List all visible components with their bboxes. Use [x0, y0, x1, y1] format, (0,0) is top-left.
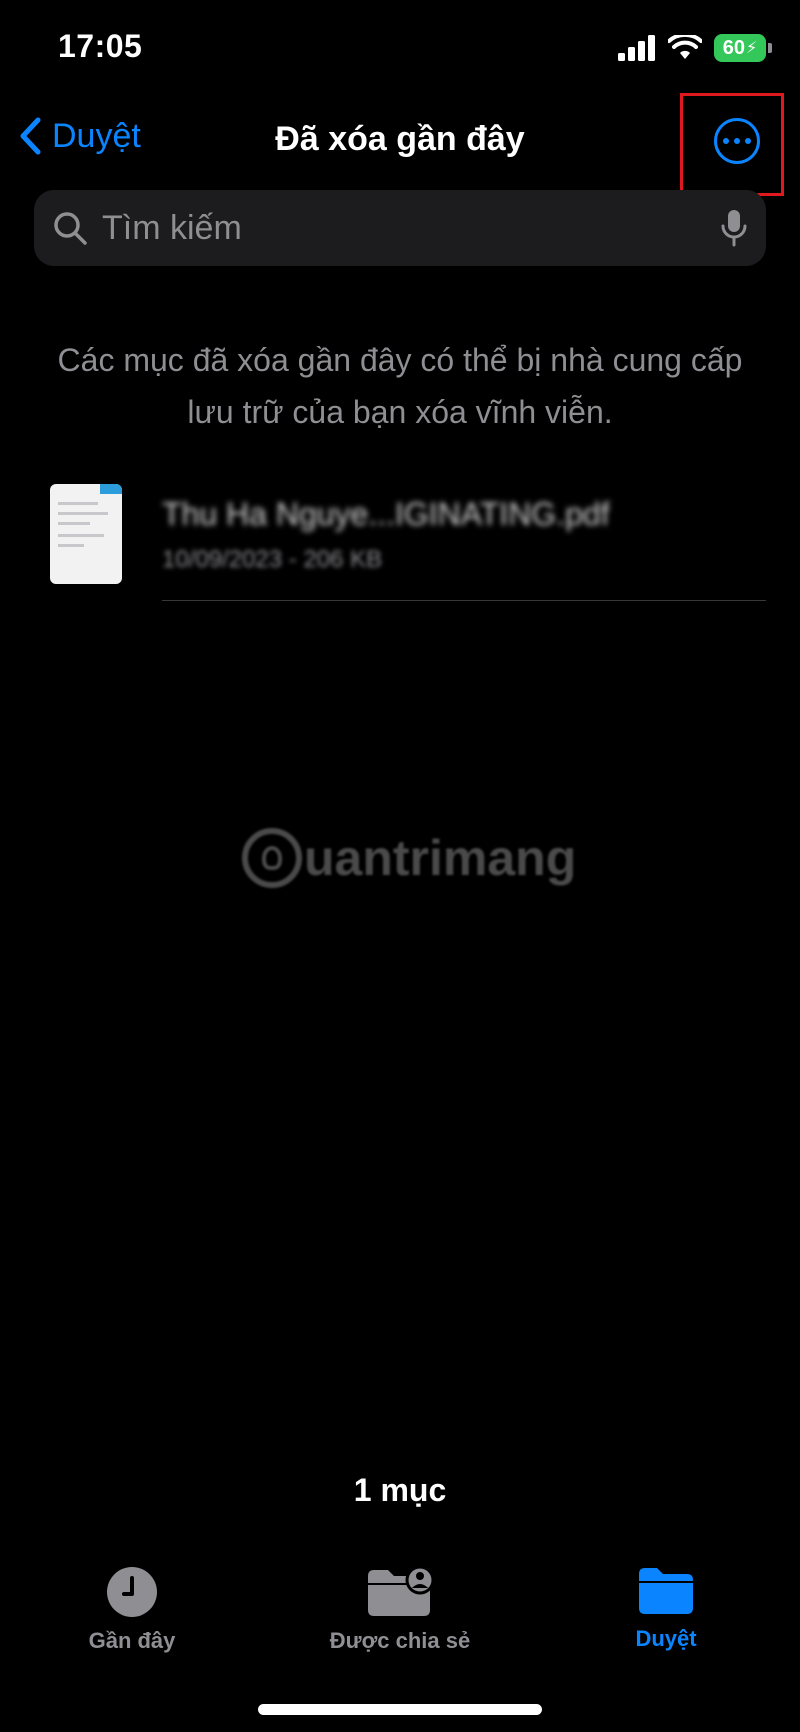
- file-meta: 10/09/2023 - 206 KB: [162, 546, 383, 573]
- battery-charging-icon: 60 ⚡: [714, 34, 772, 62]
- row-divider: [162, 600, 766, 601]
- tab-shared-label: Được chia sẻ: [329, 1628, 471, 1653]
- ellipsis-circle-icon: [723, 138, 729, 144]
- item-count: 1 mục: [353, 1472, 447, 1508]
- cellular-signal-icon: [618, 35, 655, 61]
- file-name: Thu Ha Nguye...IGINATING.pdf: [162, 496, 610, 532]
- file-list-item[interactable]: Thu Ha Nguye...IGINATING.pdf 10/09/2023 …: [0, 478, 800, 602]
- status-time: 17:05: [58, 28, 143, 64]
- ellipsis-dot: [745, 138, 751, 144]
- recently-deleted-info: Các mục đã xóa gần đây có thể bị nhà cun…: [57, 342, 743, 430]
- battery-level: 60: [722, 36, 745, 59]
- search-bar[interactable]: [34, 190, 766, 266]
- more-options-button[interactable]: [714, 118, 760, 164]
- status-icons: 60 ⚡: [618, 34, 772, 62]
- tab-recents[interactable]: Gần đây: [12, 1566, 252, 1654]
- search-icon: [54, 212, 87, 245]
- watermark-logo: uantrimang: [242, 828, 576, 888]
- shared-folder-icon: [368, 1566, 434, 1616]
- tab-shared[interactable]: Được chia sẻ: [280, 1566, 520, 1654]
- tab-browse-label: Duyệt: [635, 1626, 697, 1651]
- lightbulb-icon: [242, 828, 302, 888]
- home-indicator[interactable]: [258, 1704, 542, 1715]
- watermark-text: uantrimang: [304, 830, 577, 886]
- search-input[interactable]: [100, 207, 720, 249]
- tab-recents-label: Gần đây: [88, 1628, 176, 1653]
- wifi-icon: [668, 35, 702, 59]
- tab-browse[interactable]: Duyệt: [546, 1566, 786, 1652]
- pdf-thumbnail: [50, 484, 122, 584]
- microphone-icon[interactable]: [720, 208, 748, 248]
- folder-icon: [639, 1568, 693, 1614]
- clock-icon: [107, 1567, 157, 1617]
- ellipsis-dot: [734, 138, 740, 144]
